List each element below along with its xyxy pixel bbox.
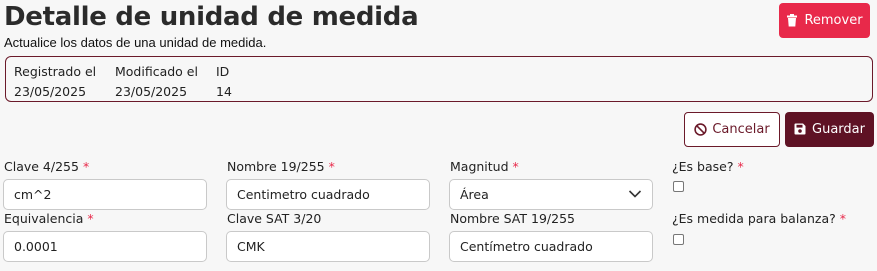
page-title: Detalle de unidad de medida (4, 2, 419, 32)
registered-value: 23/05/2025 (14, 84, 87, 99)
modified-label: Modificado el (115, 64, 198, 79)
es-base-checkbox[interactable] (673, 181, 684, 192)
trash-icon (786, 14, 799, 27)
clave-input[interactable]: cm^2 (3, 179, 207, 210)
clave-sat-input[interactable]: CMK (226, 231, 430, 262)
equivalencia-input[interactable]: 0.0001 (3, 231, 207, 262)
cancel-button[interactable]: Cancelar (684, 112, 780, 147)
magnitud-label: Magnitud * (450, 159, 519, 174)
es-balanza-label: ¿Es medida para balanza? * (672, 211, 846, 226)
magnitud-select[interactable]: Área (449, 179, 653, 210)
magnitud-select-value: Área (460, 187, 489, 202)
equivalencia-label: Equivalencia * (4, 211, 94, 226)
nombre-input[interactable]: Centimetro cuadrado (226, 179, 430, 210)
record-info-panel: Registrado el 23/05/2025 Modificado el 2… (5, 56, 873, 102)
es-base-label: ¿Es base? * (672, 159, 744, 174)
es-balanza-checkbox[interactable] (673, 234, 684, 245)
remove-button-label: Remover (804, 13, 863, 28)
page-subtitle: Actualice los datos de una unidad de med… (4, 35, 267, 50)
save-button-label: Guardar (812, 122, 865, 137)
save-button[interactable]: Guardar (785, 112, 874, 147)
id-label: ID (216, 64, 230, 79)
nombre-sat-label: Nombre SAT 19/255 (450, 211, 575, 226)
floppy-disk-icon (794, 123, 807, 136)
nombre-label: Nombre 19/255 * (227, 159, 335, 174)
registered-label: Registrado el (14, 64, 97, 79)
remove-button[interactable]: Remover (779, 3, 870, 38)
ban-icon (694, 123, 708, 136)
nombre-sat-input[interactable]: Centímetro cuadrado (449, 231, 653, 262)
id-value: 14 (216, 84, 232, 99)
modified-value: 23/05/2025 (115, 84, 188, 99)
clave-sat-label: Clave SAT 3/20 (227, 211, 322, 226)
chevron-down-icon (628, 190, 642, 198)
clave-label: Clave 4/255 * (4, 159, 90, 174)
cancel-button-label: Cancelar (712, 122, 770, 137)
